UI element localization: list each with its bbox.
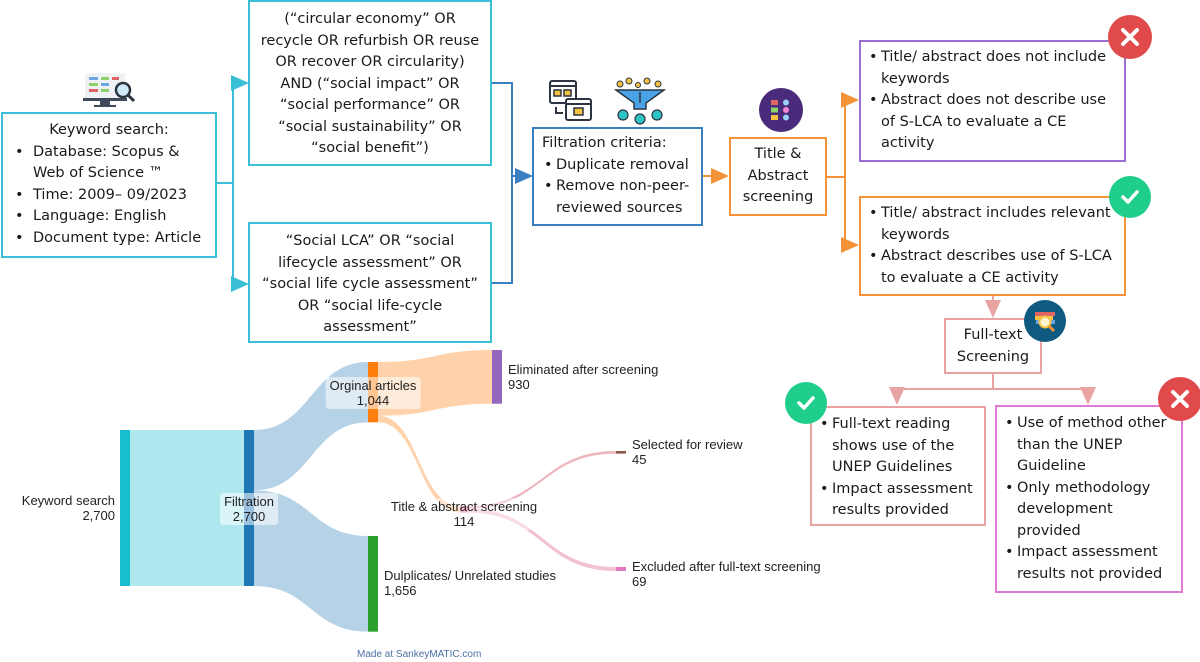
sankey-label-name: Excluded after full-text screening: [632, 559, 821, 574]
sankey-label-name: Keyword search: [21, 493, 115, 508]
sankey-label-name: Title & abstract screening: [390, 499, 538, 514]
sankey-label-keyword: Keyword search 2,700: [22, 493, 115, 523]
sankey-label-value: 1,044: [356, 393, 390, 409]
sankey-label-duplicates: Dulplicates/ Unrelated studies 1,656: [384, 568, 556, 598]
sankey-node-keyword: [120, 430, 130, 586]
sankey-label-name: Selected for review: [632, 437, 743, 452]
sankey-chart: [120, 350, 626, 632]
sankey-node-selected: [616, 451, 626, 454]
sankey-node-excluded: [616, 567, 626, 571]
sankey-label-name: Filtration: [224, 494, 274, 509]
sankey-label-filtration: Filtration 2,700: [220, 493, 278, 525]
sankey-label-value: 2,700: [82, 508, 115, 523]
sankey-label-name: Orginal articles: [329, 378, 417, 394]
sankey-label-value: 45: [632, 452, 647, 467]
sankey-label-title_abs: Title & abstract screening 114: [386, 498, 542, 530]
sankeymatic-credit: Made at SankeyMATIC.com: [357, 649, 482, 660]
sankey-node-eliminated: [492, 350, 502, 404]
sankey-label-value: 69: [632, 574, 647, 589]
sankey-label-original: Orginal articles 1,044: [325, 377, 421, 410]
sankey-label-name: Dulplicates/ Unrelated studies: [384, 568, 556, 583]
sankey-label-value: 114: [453, 514, 475, 529]
sankey-label-value: 2,700: [232, 509, 266, 524]
sankey-node-duplicates: [368, 536, 378, 632]
sankey-label-name: Eliminated after screening: [508, 362, 659, 377]
sankey-label-excluded: Excluded after full-text screening 69: [632, 559, 821, 589]
sankey-label-selected: Selected for review 45: [632, 437, 743, 467]
sankey-label-eliminated: Eliminated after screening 930: [508, 362, 658, 392]
sankey-label-value: 1,656: [384, 583, 417, 598]
sankey-label-value: 930: [508, 377, 530, 392]
